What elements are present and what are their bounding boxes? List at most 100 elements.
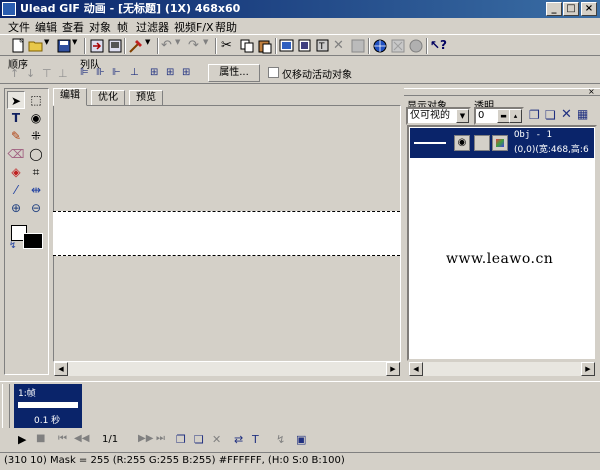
move-active-only-checkbox[interactable] <box>268 67 279 78</box>
add-image-icon[interactable] <box>279 38 295 54</box>
menu-object[interactable]: 对象 <box>89 19 111 35</box>
menu-filter[interactable]: 过滤器 <box>136 19 169 35</box>
menu-help[interactable]: 帮助 <box>215 19 237 35</box>
chevron-down-icon[interactable]: ▼ <box>456 109 469 123</box>
image-canvas[interactable] <box>53 211 400 256</box>
export-icon[interactable] <box>107 38 123 54</box>
text-banner-icon[interactable]: T <box>252 433 259 446</box>
reverse-frames-icon[interactable]: ↯ <box>276 433 285 446</box>
paint-bucket-tool-icon[interactable]: ◈ <box>7 163 25 181</box>
context-help-icon[interactable]: ↖? <box>430 38 447 54</box>
stop-icon[interactable]: ■ <box>36 433 45 444</box>
scroll-right-icon[interactable]: ▶ <box>386 362 400 376</box>
close-button[interactable]: × <box>581 2 597 16</box>
swap-colors-icon[interactable]: ↯ <box>9 241 17 251</box>
open-dropdown-icon[interactable]: ▼ <box>44 38 52 54</box>
bring-forward-icon[interactable]: ↓ <box>26 67 35 80</box>
opacity-spinner[interactable]: 0 ▬ ▴ <box>474 107 524 125</box>
magic-wand-tool-icon[interactable]: ⁜ <box>27 127 45 145</box>
open-folder-icon[interactable] <box>28 38 44 54</box>
scroll-right-icon[interactable]: ▶ <box>581 362 595 376</box>
menu-file[interactable]: 文件 <box>8 19 30 35</box>
bring-to-front-icon[interactable]: ↑ <box>10 67 19 80</box>
object-list-scrollbar[interactable]: ◀ ▶ <box>409 362 595 376</box>
zoom-in-tool-icon[interactable]: ⊕ <box>7 199 25 217</box>
opacity-stepper-icon[interactable]: ▴ <box>509 109 522 123</box>
send-to-back-icon[interactable]: ⊥ <box>58 67 68 80</box>
center-vertical-icon[interactable]: ⊞ <box>166 67 174 78</box>
undo-dropdown-icon[interactable]: ▼ <box>175 38 183 54</box>
cut-icon[interactable]: ✂ <box>221 38 237 54</box>
delete-object-icon[interactable]: ✕ <box>561 107 572 122</box>
text-tool-icon[interactable]: T <box>7 109 25 127</box>
tab-preview[interactable]: 预览 <box>129 90 163 106</box>
previous-frame-icon[interactable]: ◀◀ <box>74 433 89 444</box>
next-frame-icon[interactable]: ▶▶ <box>138 433 153 444</box>
show-objects-select[interactable]: 仅可视的 ▼ <box>406 107 471 125</box>
import-icon[interactable] <box>89 38 105 54</box>
lasso-tool-icon[interactable]: ◉ <box>27 109 45 127</box>
play-icon[interactable]: ▶ <box>18 433 26 446</box>
copy-icon[interactable] <box>239 38 255 54</box>
properties-button[interactable]: 属性... <box>208 64 260 82</box>
eyedropper-tool-icon[interactable]: ⁄ <box>7 181 25 199</box>
delete-frame-icon[interactable]: ✕ <box>212 433 221 446</box>
minimize-button[interactable]: _ <box>546 2 562 16</box>
scroll-left-icon[interactable]: ◀ <box>409 362 423 376</box>
wizard-icon[interactable] <box>128 38 144 54</box>
menu-frame[interactable]: 帧 <box>117 19 128 35</box>
add-frame-icon[interactable] <box>297 38 313 54</box>
object-properties-icon[interactable]: ▦ <box>577 107 588 121</box>
wizard-dropdown-icon[interactable]: ▼ <box>145 38 153 54</box>
add-frame-icon[interactable]: ❐ <box>176 433 186 446</box>
pick-tool-icon[interactable]: ➤ <box>7 91 25 109</box>
object-list[interactable] <box>407 125 597 361</box>
save-dropdown-icon[interactable]: ▼ <box>72 38 80 54</box>
object-color-icon[interactable] <box>492 135 508 151</box>
delete-icon[interactable]: ✕ <box>333 38 349 54</box>
add-text-icon[interactable]: T <box>315 38 331 54</box>
align-bottom-icon[interactable]: ⊥ <box>130 67 139 78</box>
eye-icon[interactable]: ◉ <box>454 135 470 151</box>
center-both-icon[interactable]: ⊞ <box>182 67 190 78</box>
tab-edit[interactable]: 编辑 <box>53 88 87 106</box>
new-file-icon[interactable] <box>10 38 26 54</box>
send-backward-icon[interactable]: ⊤ <box>42 67 52 80</box>
first-frame-icon[interactable]: ⏮ <box>58 433 67 444</box>
maximize-button[interactable]: □ <box>563 2 579 16</box>
zoom-out-tool-icon[interactable]: ⊖ <box>27 199 45 217</box>
redo-icon[interactable]: ↷ <box>188 38 204 54</box>
frame-properties-icon[interactable]: ▣ <box>296 433 306 446</box>
duplicate-object-icon[interactable]: ❐ <box>529 108 540 122</box>
frame-thumbnail[interactable]: 1:帧 0.1 秒 <box>14 384 82 428</box>
align-right-icon[interactable]: ⊩ <box>112 67 121 78</box>
web-preview-icon[interactable] <box>372 38 388 54</box>
duplicate-frame-icon[interactable]: ❏ <box>194 433 204 446</box>
ellipse-select-tool-icon[interactable]: ◯ <box>27 145 45 163</box>
transform-tool-icon[interactable]: ⇹ <box>27 181 45 199</box>
redo-dropdown-icon[interactable]: ▼ <box>203 38 211 54</box>
eraser-tool-icon[interactable]: ⌫ <box>7 145 25 163</box>
scroll-left-icon[interactable]: ◀ <box>54 362 68 376</box>
center-horizontal-icon[interactable]: ⊞ <box>150 67 158 78</box>
lock-icon[interactable] <box>474 135 490 151</box>
globe-icon[interactable] <box>408 38 424 54</box>
browser-icon[interactable] <box>390 38 406 54</box>
menu-edit[interactable]: 编辑 <box>35 19 57 35</box>
tween-frame-icon[interactable]: ⇄ <box>234 433 243 446</box>
last-frame-icon[interactable]: ⏭ <box>156 433 165 444</box>
marquee-tool-icon[interactable]: ⬚ <box>27 91 45 109</box>
save-icon[interactable] <box>56 38 72 54</box>
editor-horizontal-scrollbar[interactable]: ◀ ▶ <box>54 362 400 376</box>
object-row[interactable]: ◉ Obj - 1 (0,0)(宽:468,高:6 <box>410 128 594 158</box>
merge-object-icon[interactable]: ❏ <box>545 108 556 122</box>
menu-view[interactable]: 查看 <box>62 19 84 35</box>
menu-video-fx[interactable]: 视频F/X <box>174 19 214 35</box>
paste-icon[interactable] <box>257 38 273 54</box>
paintbrush-tool-icon[interactable]: ✎ <box>7 127 25 145</box>
tab-optimize[interactable]: 优化 <box>91 90 125 106</box>
tween-icon[interactable] <box>350 38 366 54</box>
crop-tool-icon[interactable]: ⌗ <box>27 163 45 181</box>
align-center-icon[interactable]: ⊪ <box>96 67 105 78</box>
background-color-swatch[interactable] <box>23 233 43 249</box>
